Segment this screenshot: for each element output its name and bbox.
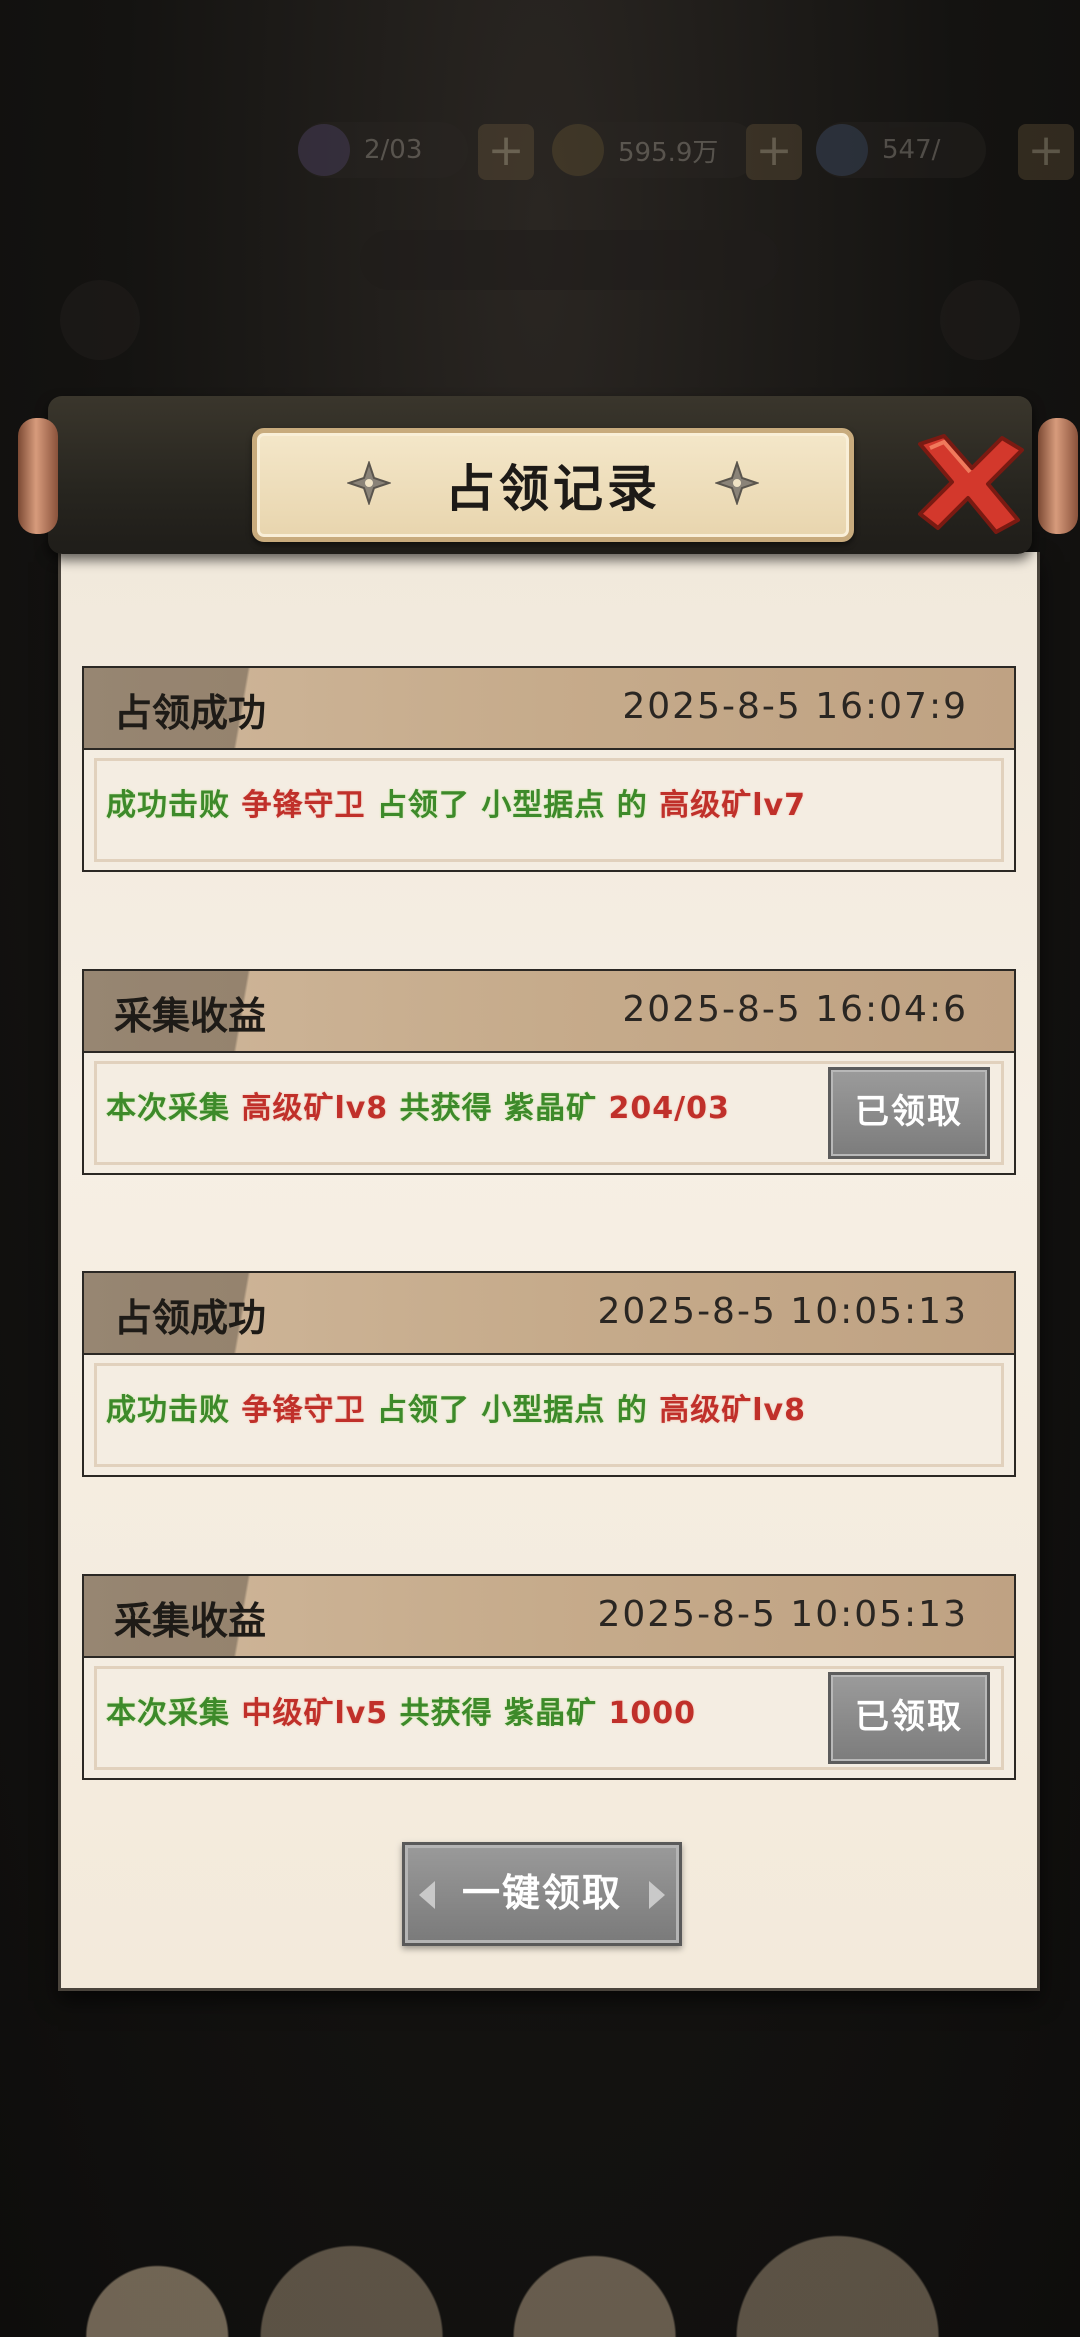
- record-body: 成功击败 争锋守卫 占领了 小型据点 的 高级矿lv7: [84, 750, 1014, 870]
- record-message: 成功击败 争锋守卫 占领了 小型据点 的 高级矿lv8: [106, 1385, 806, 1429]
- record-header: 占领成功 2025-8-5 16:07:9: [84, 668, 1014, 750]
- close-button[interactable]: [910, 428, 1030, 538]
- background-shape: [940, 280, 1020, 360]
- record-card: 采集收益 2025-8-5 10:05:13 本次采集 中级矿lv5 共获得 紫…: [82, 1574, 1016, 1780]
- record-body: 本次采集 高级矿lv8 共获得 紫晶矿 204/03 已领取: [84, 1053, 1014, 1173]
- scroll-rod-right: [1038, 418, 1078, 534]
- claimed-button[interactable]: 已领取: [828, 1672, 990, 1764]
- message-highlight: 高级矿lv8: [659, 1393, 806, 1428]
- message-highlight: 1000: [608, 1696, 697, 1731]
- shuriken-icon: [715, 461, 759, 505]
- coin-icon: [552, 124, 604, 176]
- close-icon: [918, 434, 1024, 534]
- message-highlight: 204/03: [608, 1091, 730, 1126]
- message-highlight: 争锋守卫: [241, 1393, 377, 1428]
- gem-icon: [816, 124, 868, 176]
- record-message: 本次采集 高级矿lv8 共获得 紫晶矿 204/03: [106, 1083, 730, 1127]
- resource-coin: 595.9万: [552, 122, 718, 178]
- add-crystal-button[interactable]: +: [478, 124, 534, 180]
- record-body: 成功击败 争锋守卫 占领了 小型据点 的 高级矿lv8: [84, 1355, 1014, 1475]
- message-highlight: 争锋守卫: [241, 788, 377, 823]
- record-time: 2025-8-5 16:07:9: [622, 686, 968, 727]
- record-type: 采集收益: [114, 1599, 267, 1643]
- message-text: 成功击败: [106, 788, 242, 823]
- background-shape: [360, 230, 780, 290]
- resource-bar: 2/03 + 595.9万 + 547/ +: [0, 118, 1080, 188]
- add-gem-button[interactable]: +: [1018, 124, 1074, 180]
- record-header: 采集收益 2025-8-5 16:04:6: [84, 971, 1014, 1053]
- record-card: 占领成功 2025-8-5 16:07:9 成功击败 争锋守卫 占领了 小型据点…: [82, 666, 1016, 872]
- record-type: 占领成功: [114, 1296, 267, 1340]
- claimed-button[interactable]: 已领取: [828, 1067, 990, 1159]
- record-type: 占领成功: [114, 691, 267, 735]
- scroll-rod-left: [18, 418, 58, 534]
- crystal-icon: [298, 124, 350, 176]
- title-plate: 占领记录: [252, 428, 854, 542]
- message-text: 共获得 紫晶矿: [399, 1696, 609, 1731]
- record-card: 占领成功 2025-8-5 10:05:13 成功击败 争锋守卫 占领了 小型据…: [82, 1271, 1016, 1477]
- resource-value: 547/: [882, 135, 941, 165]
- message-highlight: 中级矿lv5: [241, 1696, 400, 1731]
- message-text: 占领了 小型据点 的: [376, 1393, 660, 1428]
- background-shape: [60, 280, 140, 360]
- resource-value: 2/03: [364, 135, 423, 165]
- record-type: 采集收益: [114, 994, 267, 1038]
- wave-decoration: [60, 2127, 1032, 2337]
- modal-title: 占领记录: [445, 460, 661, 518]
- record-header: 采集收益 2025-8-5 10:05:13: [84, 1576, 1014, 1658]
- record-time: 2025-8-5 16:04:6: [622, 989, 968, 1030]
- record-body: 本次采集 中级矿lv5 共获得 紫晶矿 1000 已领取: [84, 1658, 1014, 1778]
- record-card: 采集收益 2025-8-5 16:04:6 本次采集 高级矿lv8 共获得 紫晶…: [82, 969, 1016, 1175]
- message-highlight: 高级矿lv7: [659, 788, 806, 823]
- record-header: 占领成功 2025-8-5 10:05:13: [84, 1273, 1014, 1355]
- claim-all-button[interactable]: 一键领取: [402, 1842, 682, 1946]
- shuriken-icon: [347, 461, 391, 505]
- message-text: 共获得 紫晶矿: [399, 1091, 609, 1126]
- record-message: 成功击败 争锋守卫 占领了 小型据点 的 高级矿lv7: [106, 780, 806, 824]
- message-highlight: 高级矿lv8: [241, 1091, 400, 1126]
- resource-gem: 547/: [816, 122, 940, 178]
- message-text: 本次采集: [106, 1091, 242, 1126]
- resource-value: 595.9万: [618, 137, 719, 168]
- message-text: 成功击败: [106, 1393, 242, 1428]
- message-text: 占领了 小型据点 的: [376, 788, 660, 823]
- record-time: 2025-8-5 10:05:13: [597, 1594, 968, 1635]
- add-coin-button[interactable]: +: [746, 124, 802, 180]
- message-text: 本次采集: [106, 1696, 242, 1731]
- record-message: 本次采集 中级矿lv5 共获得 紫晶矿 1000: [106, 1688, 696, 1732]
- record-time: 2025-8-5 10:05:13: [597, 1291, 968, 1332]
- resource-crystal: 2/03: [298, 122, 422, 178]
